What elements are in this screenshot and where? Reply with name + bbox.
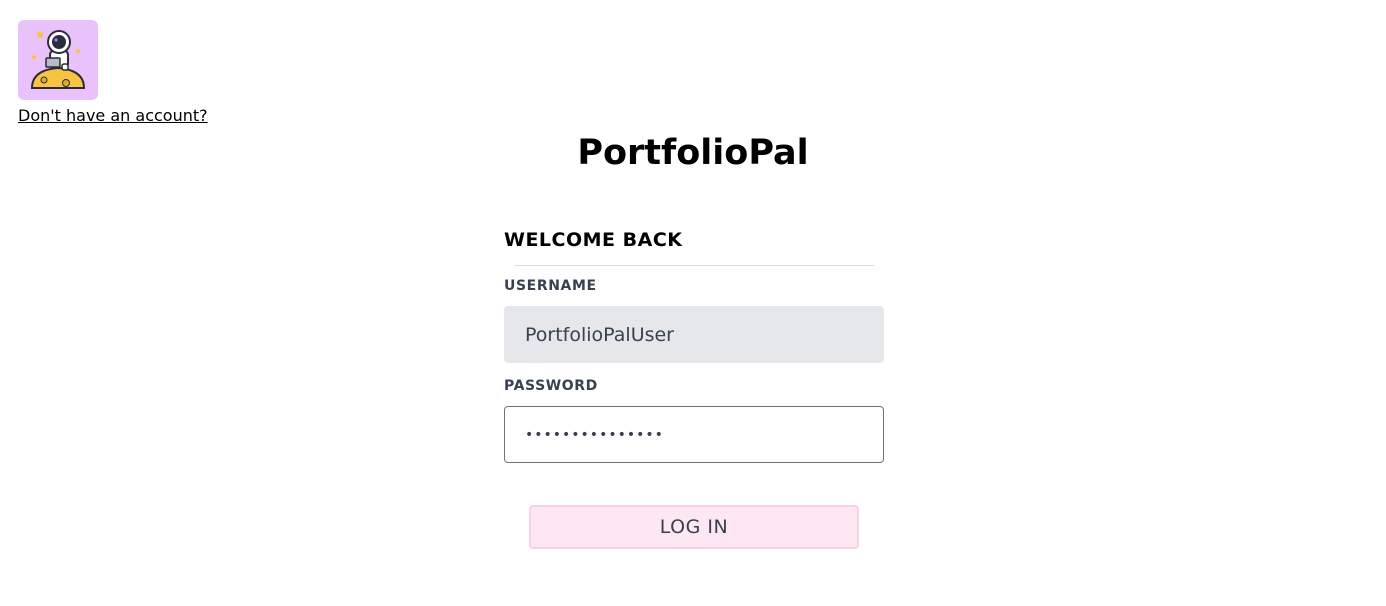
username-input[interactable] (504, 306, 884, 363)
page-title: PortfolioPal (577, 133, 809, 173)
divider (514, 265, 874, 266)
form-heading: WELCOME BACK (504, 229, 683, 251)
signup-link[interactable]: Don't have an account? (18, 106, 208, 125)
password-input[interactable] (504, 406, 884, 463)
login-page: Don't have an account? PortfolioPal WELC… (0, 0, 1386, 606)
password-label: PASSWORD (504, 378, 598, 394)
astronaut-on-moon-icon (30, 30, 86, 89)
username-label: USERNAME (504, 278, 597, 294)
login-form: WELCOME BACK USERNAME PASSWORD (504, 226, 884, 463)
login-button[interactable]: LOG IN (529, 505, 859, 549)
app-logo (18, 20, 98, 100)
